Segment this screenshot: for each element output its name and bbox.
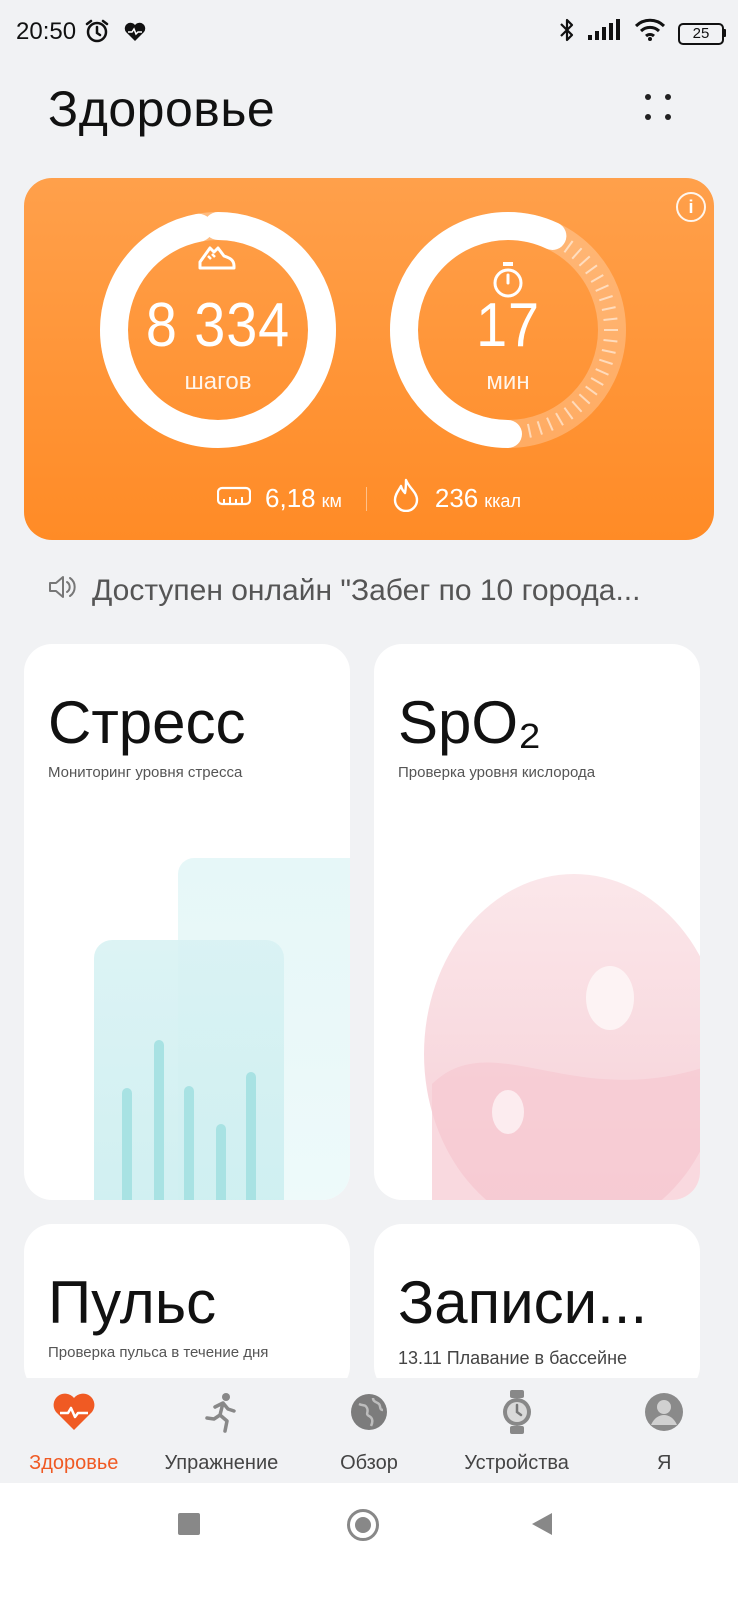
divider (365, 486, 367, 511)
activity-stats: 6,18 км 236 ккал (24, 478, 714, 519)
alarm-icon (84, 18, 110, 49)
announcement-text: Доступен онлайн "Забег по 10 города... (92, 574, 641, 607)
records-title: Записи... (398, 1269, 648, 1336)
bluetooth-icon (558, 16, 576, 49)
records-subtitle: 13.11 Плавание в бассейне (398, 1348, 628, 1368)
ruler-icon (216, 483, 252, 514)
spo2-illustration (424, 874, 700, 1200)
stress-card[interactable]: Стресс Мониторинг уровня стресса (24, 644, 350, 1200)
records-card[interactable]: Записи... 13.11 Плавание в бассейне (374, 1224, 700, 1394)
nav-label: Обзор (340, 1452, 398, 1474)
runner-icon (199, 1390, 243, 1434)
tab-me[interactable]: Я (590, 1378, 738, 1483)
nav-label: Я (656, 1452, 672, 1474)
profile-icon (642, 1390, 686, 1434)
signal-icon (588, 19, 622, 46)
nav-label: Упражнение (164, 1452, 279, 1474)
stress-illustration (94, 858, 350, 1200)
speaker-icon (48, 574, 76, 608)
nav-label: Здоровье (29, 1452, 119, 1474)
back-button[interactable] (530, 1511, 554, 1542)
nav-label: Устройства (464, 1452, 569, 1474)
globe-icon (347, 1390, 391, 1434)
tab-exercise[interactable]: Упражнение (148, 1378, 296, 1483)
page-title: Здоровье (48, 81, 276, 137)
calories-value: 236 (434, 483, 479, 513)
wifi-icon (634, 18, 666, 47)
battery-icon: 25 (678, 21, 726, 45)
steps-value: 8 334 (145, 291, 291, 360)
info-icon[interactable]: i (676, 192, 706, 222)
tab-devices[interactable]: Устройства (443, 1378, 591, 1483)
pulse-subtitle: Проверка пульса в течение дня (48, 1344, 269, 1361)
announcement-bar[interactable]: Доступен онлайн "Забег по 10 города... (48, 574, 708, 608)
health-icon (124, 22, 146, 47)
minutes-unit: мин (486, 368, 530, 395)
tab-health[interactable]: Здоровье (0, 1378, 148, 1483)
bottom-nav: Здоровье Упражнение Обзор Устройства Я (0, 1378, 738, 1483)
recents-button[interactable] (178, 1513, 200, 1535)
more-icon[interactable] (645, 94, 679, 126)
minutes-value: 17 (476, 291, 540, 360)
battery-level: 25 (692, 24, 710, 42)
home-button[interactable] (347, 1509, 379, 1541)
spo2-card[interactable]: SpO₂ Проверка уровня кислорода (374, 644, 700, 1200)
status-time: 20:50 (16, 18, 77, 45)
flame-icon (391, 478, 421, 519)
tab-overview[interactable]: Обзор (295, 1378, 443, 1483)
steps-unit: шагов (184, 368, 252, 395)
distance-unit: км (321, 491, 342, 511)
heart-icon (52, 1390, 96, 1434)
distance-value: 6,18 (265, 483, 316, 513)
pulse-card[interactable]: Пульс Проверка пульса в течение дня (24, 1224, 350, 1394)
status-right: 25 (558, 16, 726, 49)
watch-icon (495, 1390, 539, 1434)
shoe-icon (120, 242, 314, 279)
pulse-title: Пульс (48, 1269, 217, 1336)
calories-unit: ккал (484, 491, 521, 511)
system-nav-bar (0, 1483, 738, 1599)
activity-card[interactable]: i 8 334 шагов 17 мин 6,18 км 236 ккал (24, 178, 714, 540)
status-bar: 20:50 25 (0, 0, 738, 70)
